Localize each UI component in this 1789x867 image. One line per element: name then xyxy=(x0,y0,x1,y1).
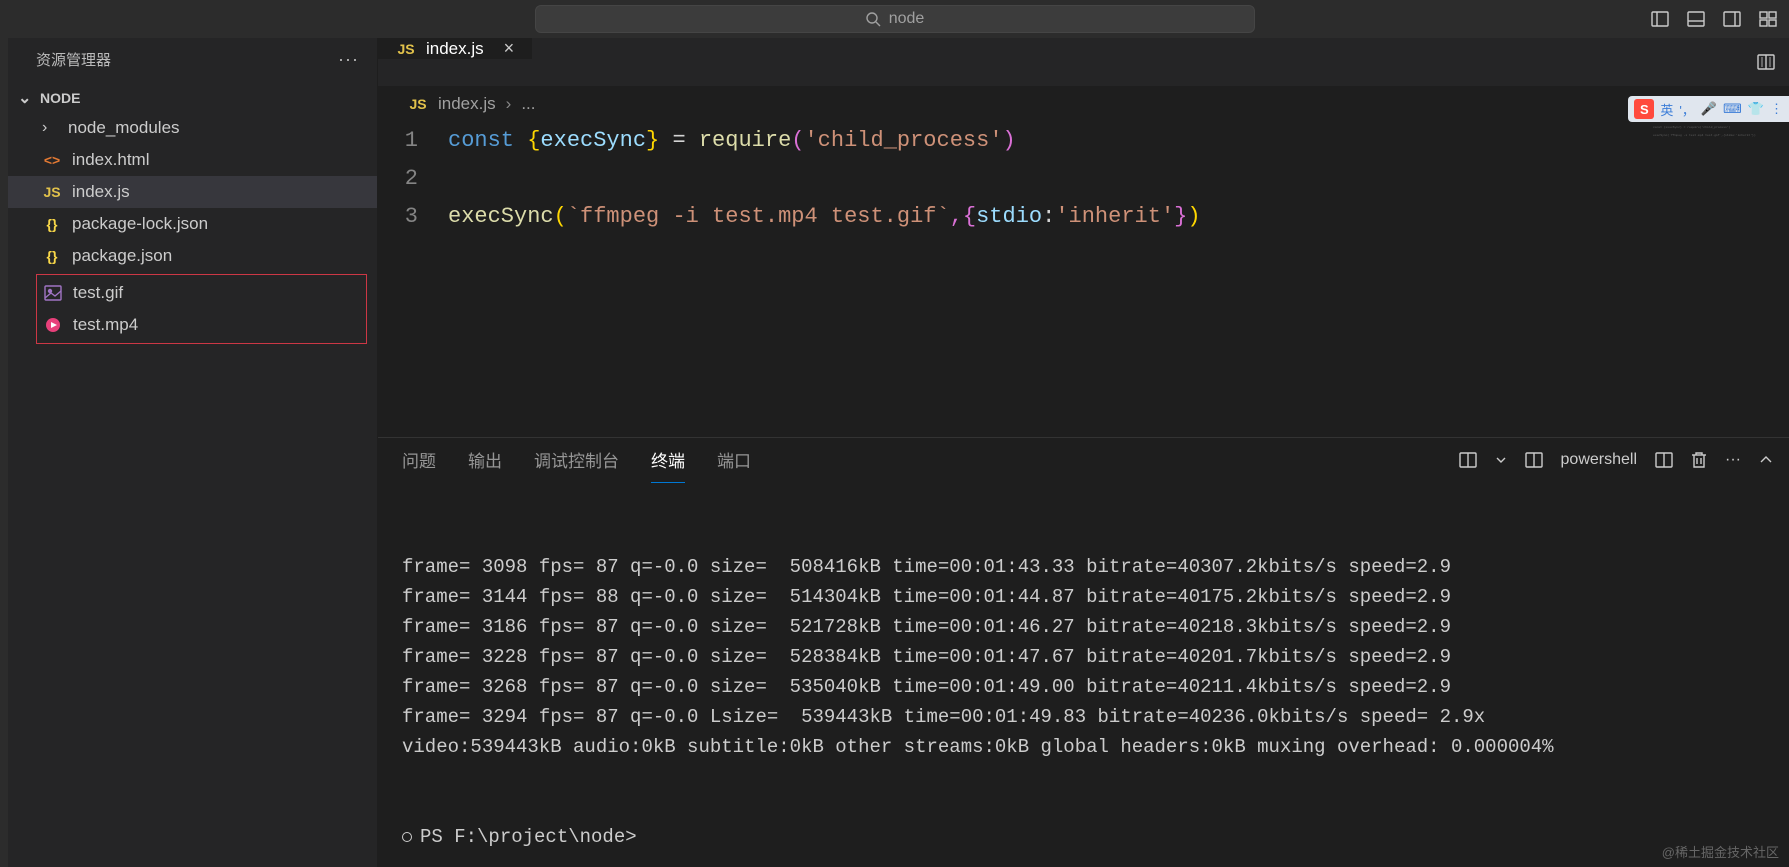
json-file-icon: {} xyxy=(42,248,62,264)
file-item-index-js[interactable]: JS index.js xyxy=(8,176,377,208)
line-number: 1 xyxy=(378,122,418,160)
file-item-index-html[interactable]: <> index.html xyxy=(8,144,377,176)
ime-logo-icon: S xyxy=(1634,99,1654,119)
code-editor[interactable]: 123 const {execSync} = require('child_pr… xyxy=(378,122,1789,437)
split-terminal-icon[interactable] xyxy=(1459,451,1477,469)
js-file-icon: JS xyxy=(396,41,416,57)
ime-keyboard-icon[interactable]: ⌨ xyxy=(1723,101,1742,117)
terminal-line: frame= 3144 fps= 88 q=-0.0 size= 514304k… xyxy=(402,582,1765,612)
chevron-right-icon: › xyxy=(42,119,58,137)
chevron-down-icon: ⌄ xyxy=(18,88,34,108)
panel-tab-端口[interactable]: 端口 xyxy=(717,437,751,483)
file-label: test.mp4 xyxy=(73,315,138,335)
file-item-test-mp4[interactable]: test.mp4 xyxy=(37,309,366,341)
file-item-node_modules[interactable]: › node_modules xyxy=(8,112,377,144)
panel-tab-终端[interactable]: 终端 xyxy=(651,437,685,483)
new-terminal-icon[interactable] xyxy=(1655,451,1673,469)
tabs-bar: JS index.js × xyxy=(378,38,1789,86)
file-label: node_modules xyxy=(68,118,180,138)
js-file-icon: JS xyxy=(42,184,62,200)
line-number: 2 xyxy=(378,160,418,198)
json-file-icon: {} xyxy=(42,216,62,232)
highlighted-files-group: test.gif test.mp4 xyxy=(36,274,367,344)
panel-tab-输出[interactable]: 输出 xyxy=(468,437,502,483)
line-number-gutter: 123 xyxy=(378,122,448,437)
tab-label: index.js xyxy=(426,39,484,59)
explorer-root-folder[interactable]: ⌄ NODE xyxy=(8,84,377,112)
layout-bottom-icon[interactable] xyxy=(1687,10,1705,28)
image-file-icon xyxy=(43,284,63,302)
layout-grid-icon[interactable] xyxy=(1759,10,1777,28)
command-center-search[interactable]: node xyxy=(535,5,1255,33)
file-label: index.js xyxy=(72,182,130,202)
terminal-prompt-line[interactable]: PS F:\project\node> xyxy=(402,822,1765,852)
panel-tab-调试控制台[interactable]: 调试控制台 xyxy=(534,437,619,483)
terminal-line: video:539443kB audio:0kB subtitle:0kB ot… xyxy=(402,732,1765,762)
terminal-line: frame= 3098 fps= 87 q=-0.0 size= 508416k… xyxy=(402,552,1765,582)
panel-tab-问题[interactable]: 问题 xyxy=(402,437,436,483)
ime-separator: '， xyxy=(1679,100,1694,119)
titlebar-actions xyxy=(1651,10,1777,28)
terminal-output[interactable]: frame= 3098 fps= 87 q=-0.0 size= 508416k… xyxy=(378,482,1789,867)
editor-tab-index-js[interactable]: JS index.js × xyxy=(378,38,533,59)
search-text: node xyxy=(889,10,925,28)
line-number: 3 xyxy=(378,198,418,236)
tab-actions xyxy=(1757,38,1775,86)
editor-area: JS index.js × JS index.js › ... 123 const … xyxy=(378,38,1789,867)
sidebar-title: 资源管理器 xyxy=(36,49,111,70)
file-item-package-json[interactable]: {} package.json xyxy=(8,240,377,272)
file-item-package-lock-json[interactable]: {} package-lock.json xyxy=(8,208,377,240)
terminal-profile-icon[interactable] xyxy=(1525,451,1543,469)
html-file-icon: <> xyxy=(42,152,62,168)
search-icon xyxy=(865,11,881,27)
file-label: package-lock.json xyxy=(72,214,208,234)
code-content[interactable]: const {execSync} = require('child_proces… xyxy=(448,122,1789,437)
minimap[interactable]: const {execSync} = require('child_proces… xyxy=(1649,122,1789,437)
titlebar: node xyxy=(0,0,1789,38)
file-label: index.html xyxy=(72,150,149,170)
ime-indicator[interactable]: S 英 '， 🎤 ⌨ 👕 ⋮ xyxy=(1628,96,1789,122)
breadcrumb-separator: › xyxy=(506,94,512,114)
panel-tabs: 问题输出调试控制台终端端口 powershell ··· xyxy=(378,438,1789,482)
file-label: test.gif xyxy=(73,283,123,303)
terminal-line: frame= 3268 fps= 87 q=-0.0 size= 535040k… xyxy=(402,672,1765,702)
panel-actions: powershell ··· xyxy=(1459,451,1773,469)
ime-more-icon[interactable]: ⋮ xyxy=(1770,101,1783,117)
panel-more-icon[interactable]: ··· xyxy=(1725,451,1741,469)
terminal-line: frame= 3228 fps= 87 q=-0.0 size= 528384k… xyxy=(402,642,1765,672)
terminal-dropdown-icon[interactable] xyxy=(1495,454,1507,466)
layout-left-icon[interactable] xyxy=(1651,10,1669,28)
file-label: package.json xyxy=(72,246,172,266)
root-folder-name: NODE xyxy=(40,90,80,106)
activity-bar xyxy=(0,38,8,867)
kill-terminal-icon[interactable] xyxy=(1691,451,1707,469)
terminal-line: frame= 3186 fps= 87 q=-0.0 size= 521728k… xyxy=(402,612,1765,642)
layout-right-icon[interactable] xyxy=(1723,10,1741,28)
breadcrumb-file: index.js xyxy=(438,94,496,114)
ime-mic-icon[interactable]: 🎤 xyxy=(1701,101,1717,117)
file-item-test-gif[interactable]: test.gif xyxy=(37,277,366,309)
sidebar-more-icon[interactable]: ··· xyxy=(338,49,359,70)
prompt-indicator-icon xyxy=(402,832,412,842)
js-file-icon: JS xyxy=(408,96,428,112)
terminal-line: frame= 3294 fps= 87 q=-0.0 Lsize= 539443… xyxy=(402,702,1765,732)
video-file-icon xyxy=(43,316,63,334)
code-line[interactable] xyxy=(448,160,1789,198)
breadcrumbs[interactable]: JS index.js › ... xyxy=(378,86,1789,122)
sidebar-header: 资源管理器 ··· xyxy=(8,38,377,80)
maximize-panel-icon[interactable] xyxy=(1759,453,1773,467)
minimap-content: const {execSync} = require('child_proces… xyxy=(1649,122,1789,142)
code-line[interactable]: const {execSync} = require('child_proces… xyxy=(448,122,1789,160)
code-line[interactable]: execSync(`ffmpeg -i test.mp4 test.gif`,{… xyxy=(448,198,1789,236)
ime-skin-icon[interactable]: 👕 xyxy=(1748,101,1764,117)
terminal-shell-label[interactable]: powershell xyxy=(1561,451,1637,469)
bottom-panel: 问题输出调试控制台终端端口 powershell ··· frame= 3098… xyxy=(378,437,1789,867)
watermark: @稀土掘金技术社区 xyxy=(1662,842,1779,861)
breadcrumb-rest: ... xyxy=(521,94,535,114)
sidebar-explorer: 资源管理器 ··· ⌄ NODE › node_modules <> index.ht… xyxy=(8,38,378,867)
ime-lang-label: 英 xyxy=(1660,100,1673,119)
close-tab-icon[interactable]: × xyxy=(504,38,515,59)
split-editor-icon[interactable] xyxy=(1757,53,1775,71)
terminal-prompt: PS F:\project\node> xyxy=(420,822,637,852)
